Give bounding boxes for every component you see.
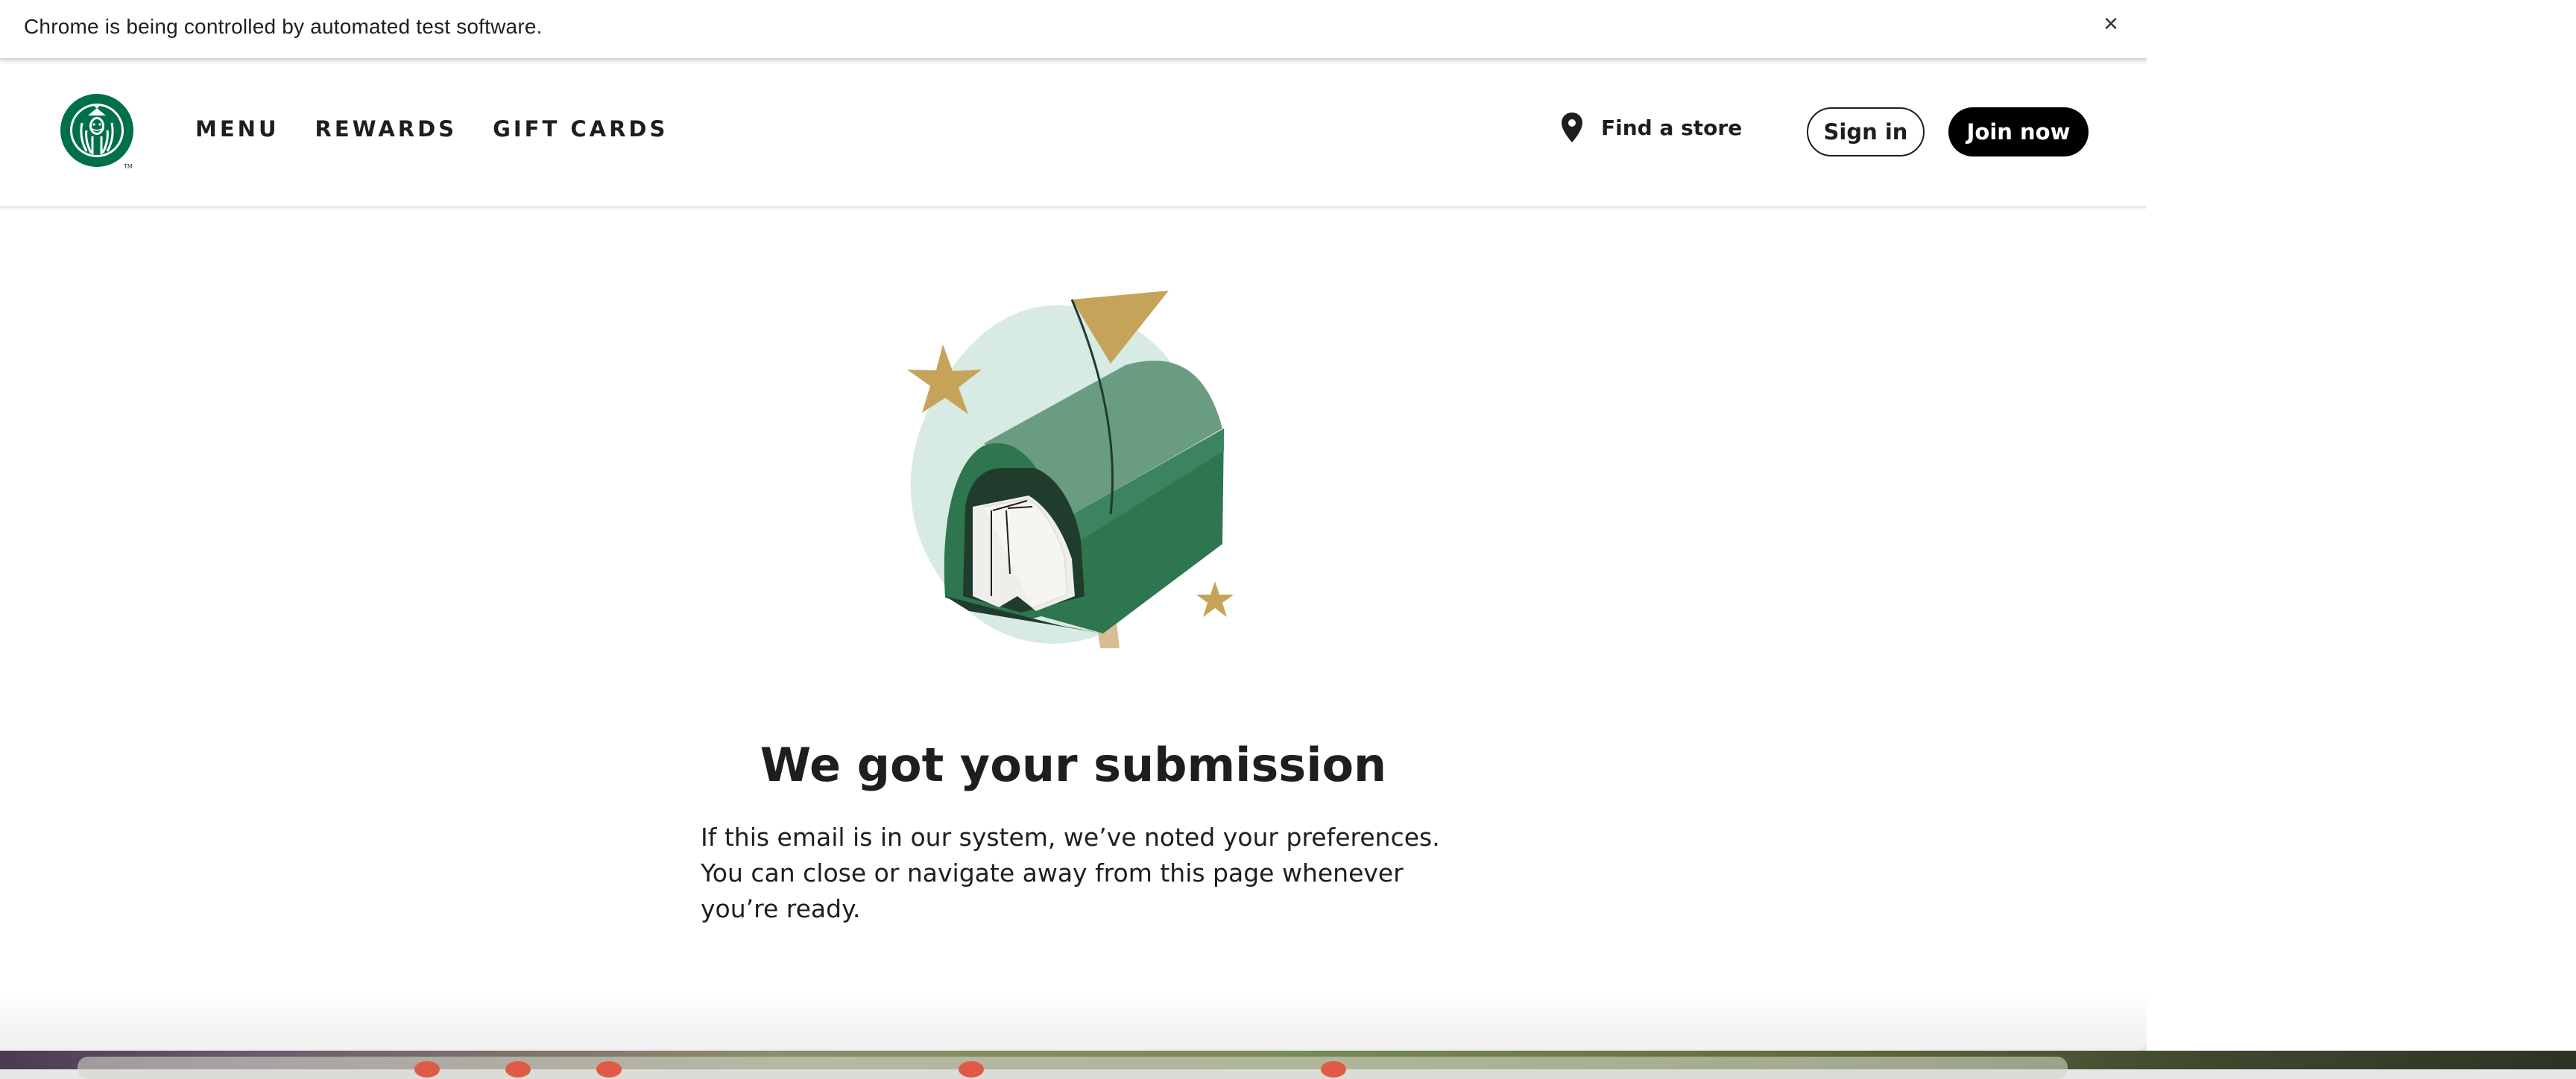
find-store-label: Find a store [1601,115,1743,140]
blank-side-area [2147,0,2576,1051]
page-bottom-fade [0,991,2147,1051]
dock-app-icon[interactable] [596,1061,622,1078]
site-header: TM MENU REWARDS GIFT CARDS Find a store … [0,60,2147,208]
automation-message: Chrome is being controlled by automated … [24,15,543,38]
nav-gift-cards[interactable]: GIFT CARDS [493,116,668,142]
dock-app-icon[interactable] [959,1061,984,1078]
dock-app-icon[interactable] [1321,1061,1346,1078]
dock-app-icon[interactable] [414,1061,440,1078]
svg-text:TM: TM [123,163,133,170]
automation-infobar: Chrome is being controlled by automated … [0,0,2147,60]
macos-dock [78,1057,2068,1079]
nav-rewards[interactable]: REWARDS [315,116,458,142]
confirmation-body: If this email is in our system, we’ve no… [701,823,1440,923]
join-now-button[interactable]: Join now [1948,107,2089,156]
starbucks-logo[interactable]: TM [60,93,137,171]
mailbox-illustration [907,291,1234,648]
sign-in-button[interactable]: Sign in [1807,107,1925,156]
main-nav: MENU REWARDS GIFT CARDS [195,116,668,142]
browser-window: Chrome is being controlled by automated … [0,0,2147,1051]
location-pin-icon [1562,113,1582,142]
close-icon[interactable]: × [2097,10,2124,37]
dock-app-icon[interactable] [505,1061,531,1078]
find-a-store-link[interactable]: Find a store [1561,112,1742,143]
nav-menu[interactable]: MENU [195,116,280,142]
confirmation-headline: We got your submission [760,738,1387,792]
